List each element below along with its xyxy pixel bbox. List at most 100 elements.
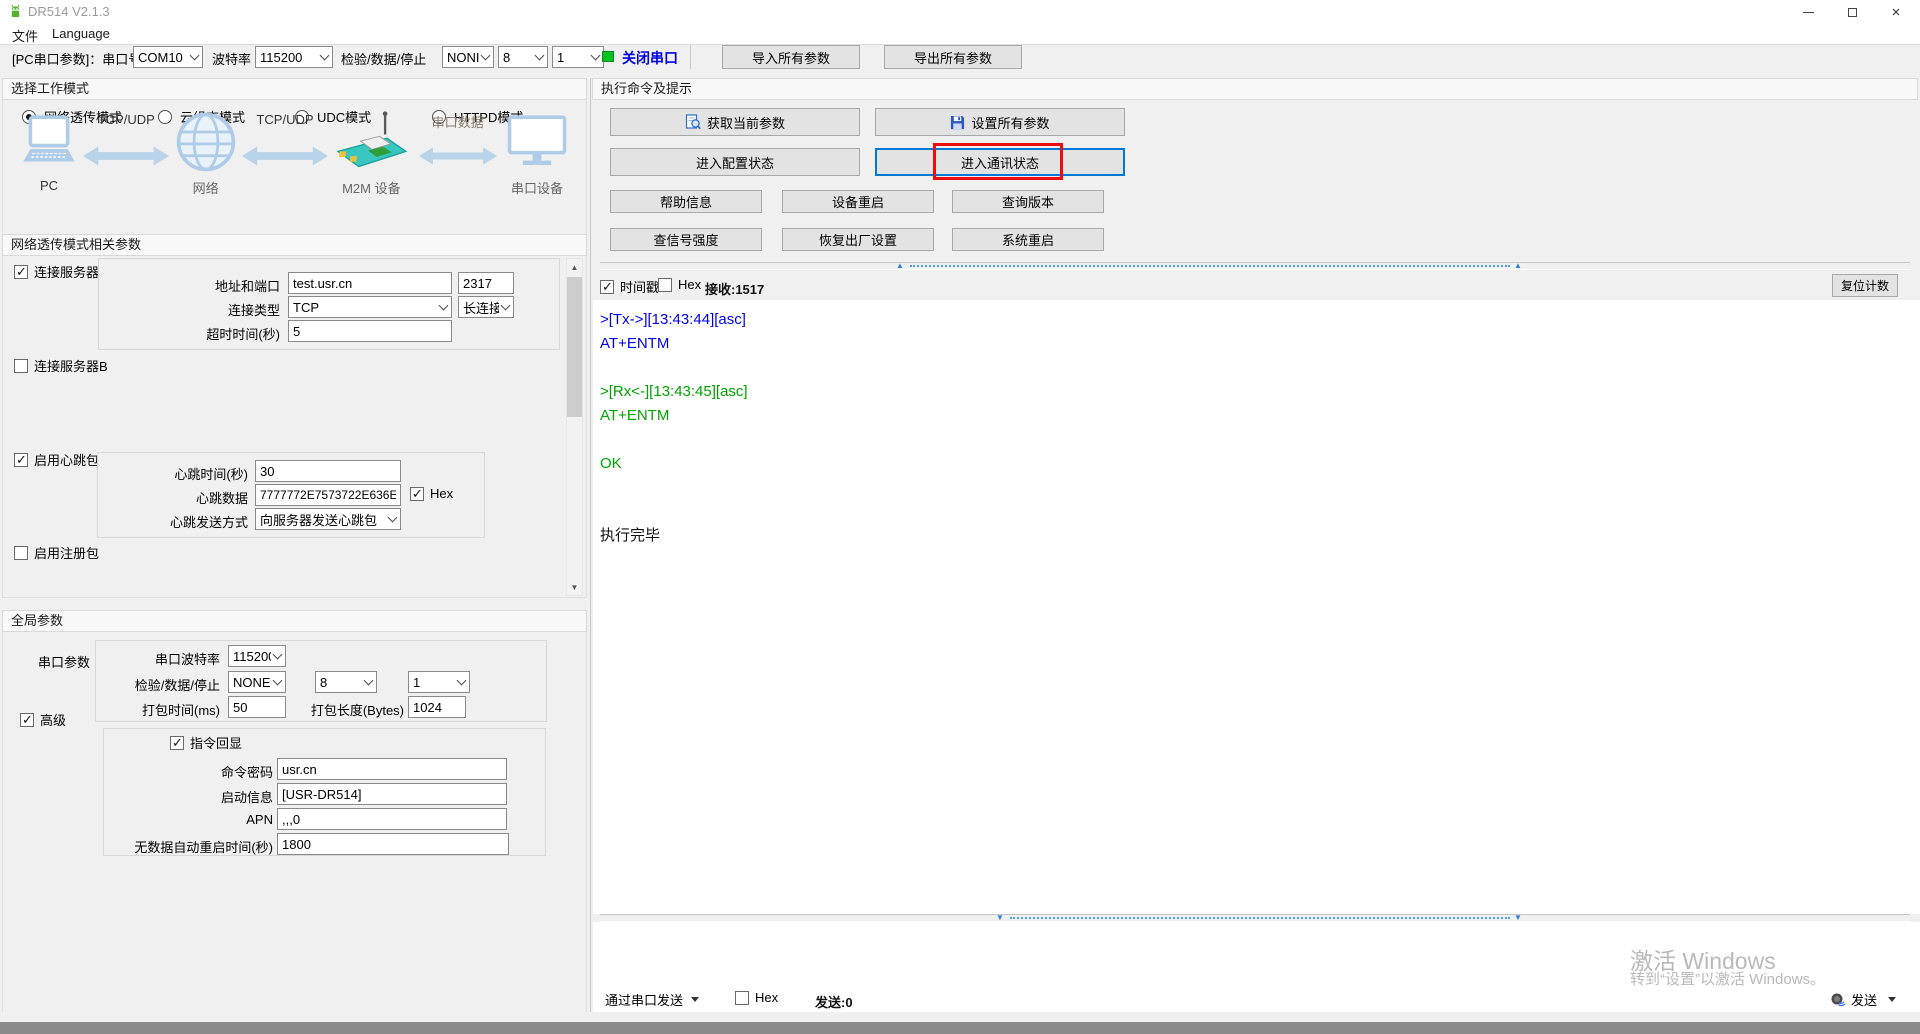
serial-parity-select[interactable]: NONE — [228, 671, 286, 693]
advanced-checkbox[interactable]: 高级 — [20, 710, 66, 729]
conn-type-label: 连接类型 — [180, 300, 280, 319]
log-output[interactable]: >[Tx->][13:43:44][asc] AT+ENTM >[Rx<-][1… — [600, 308, 1900, 908]
register-checkbox[interactable]: 启用注册包 — [14, 543, 99, 562]
parity-select[interactable]: NONI — [442, 46, 494, 68]
factory-reset-button[interactable]: 恢复出厂设置 — [782, 228, 934, 251]
device-restart-button[interactable]: 设备重启 — [782, 190, 934, 213]
laptop-icon — [18, 110, 80, 174]
conn-type-select[interactable]: TCP — [288, 296, 452, 318]
serial-params-label: 串口参数 — [20, 652, 90, 671]
import-params-button[interactable]: 导入所有参数 — [722, 45, 860, 69]
heartbeat-time-label: 心跳时间(秒) — [130, 464, 248, 483]
scrollbar-thumb[interactable] — [567, 277, 582, 417]
databits-select[interactable]: 8 — [498, 46, 548, 68]
diagram-m2m-label: M2M 设备 — [342, 178, 401, 197]
parity-label: 检验/数据/停止 — [341, 49, 426, 68]
double-arrow-icon — [242, 144, 328, 168]
diagram-network-node: 网络 — [173, 110, 239, 197]
boot-msg-input[interactable] — [277, 783, 507, 805]
system-restart-button[interactable]: 系统重启 — [952, 228, 1104, 251]
close-port-button[interactable]: 关闭串口 — [622, 48, 678, 68]
log-line — [600, 356, 1900, 380]
log-bottom-splitter[interactable]: ▼ ▼ — [600, 914, 1910, 922]
timestamp-checkbox[interactable]: 时间戳 — [600, 277, 659, 296]
chevron-down-icon — [388, 513, 398, 523]
server-b-checkbox[interactable]: 连接服务器B — [14, 356, 108, 375]
send-via-serial-dropdown[interactable]: 通过串口发送 — [605, 990, 699, 1009]
pc-serial-port-label: [PC串口参数]：串口号 — [12, 49, 141, 68]
signal-strength-button[interactable]: 查信号强度 — [610, 228, 762, 251]
log-top-splitter[interactable]: ▲ ▲ — [600, 262, 1910, 270]
log-line: 执行完毕 — [600, 524, 1900, 548]
heartbeat-mode-select[interactable]: 向服务器发送心跳包 — [255, 508, 401, 530]
log-line: AT+ENTM — [600, 332, 1900, 356]
stopbits-select[interactable]: 1 — [552, 46, 604, 68]
dropdown-arrow-icon — [1888, 997, 1896, 1002]
port-open-indicator-icon — [602, 51, 614, 62]
heartbeat-checkbox[interactable]: 启用心跳包 — [14, 450, 99, 469]
pack-time-input[interactable] — [228, 696, 286, 718]
help-info-button[interactable]: 帮助信息 — [610, 190, 762, 213]
close-button[interactable]: × — [1874, 0, 1918, 24]
net-params-caption: 网络透传模式相关参数 — [2, 234, 587, 256]
maximize-button[interactable] — [1830, 0, 1874, 24]
chevron-down-icon — [364, 676, 374, 686]
serial-databits-select[interactable]: 8 — [315, 671, 377, 693]
splitter-arrow-icon[interactable]: ▲ — [1514, 261, 1522, 271]
timeout-label: 超时时间(秒) — [160, 324, 280, 343]
pack-len-input[interactable] — [408, 696, 466, 718]
server-a-port-input[interactable] — [458, 272, 514, 294]
enter-comm-button[interactable]: 进入通讯状态 — [875, 148, 1125, 176]
pack-time-label: 打包时间(ms) — [120, 700, 220, 719]
diagram-m2m-node: M2M 设备 — [331, 110, 411, 197]
export-params-button[interactable]: 导出所有参数 — [884, 45, 1022, 69]
echo-checkbox[interactable]: 指令回显 — [170, 733, 242, 752]
serial-baud-select[interactable]: 115200 — [228, 645, 286, 667]
reset-counter-button[interactable]: 复位计数 — [1832, 274, 1898, 297]
set-params-button[interactable]: 设置所有参数 — [875, 108, 1125, 136]
menu-file[interactable]: 文件 — [12, 26, 38, 45]
pack-len-label: 打包长度(Bytes) — [300, 700, 404, 719]
send-icon — [1830, 992, 1846, 1008]
timeout-input[interactable] — [288, 320, 452, 342]
log-hex-checkbox[interactable]: Hex — [658, 277, 701, 292]
diagram-network-label: 网络 — [193, 178, 219, 197]
maximize-icon — [1848, 8, 1857, 17]
heartbeat-mode-label: 心跳发送方式 — [130, 512, 248, 531]
server-a-address-input[interactable] — [288, 272, 452, 294]
window-title: DR514 V2.1.3 — [28, 4, 110, 19]
app-window: DR514 V2.1.3 × 文件 Language [PC串口参数]：串口号 … — [0, 0, 1920, 1034]
cmd-pwd-input[interactable] — [277, 758, 507, 780]
global-params-caption: 全局参数 — [2, 610, 587, 632]
chevron-down-icon — [320, 51, 330, 61]
heartbeat-time-input[interactable] — [255, 460, 401, 482]
enter-config-button[interactable]: 进入配置状态 — [610, 148, 860, 176]
apn-input[interactable] — [277, 808, 507, 830]
checkbox-label: 连接服务器A — [34, 262, 108, 281]
heartbeat-data-input[interactable] — [255, 484, 401, 506]
mode-diagram: PC TCP/UDP 网络 TCP/UDP — [4, 110, 584, 230]
checkbox-icon — [14, 546, 28, 560]
query-version-button[interactable]: 查询版本 — [952, 190, 1104, 213]
com-port-select[interactable]: COM10 — [133, 46, 203, 68]
no-data-restart-input[interactable] — [277, 833, 509, 855]
params-scrollbar[interactable]: ▲ ▼ — [566, 258, 583, 596]
chevron-down-icon — [439, 301, 449, 311]
send-button[interactable]: 发送 — [1830, 990, 1896, 1009]
send-hex-checkbox[interactable]: Hex — [735, 990, 778, 1005]
baud-select[interactable]: 115200 — [255, 46, 333, 68]
titlebar: DR514 V2.1.3 × — [0, 0, 1920, 24]
serial-stopbits-select[interactable]: 1 — [408, 671, 470, 693]
server-a-checkbox[interactable]: 连接服务器A — [14, 262, 108, 281]
minimize-button[interactable] — [1786, 0, 1830, 24]
scroll-down-icon[interactable]: ▼ — [567, 579, 582, 595]
checkbox-label: 高级 — [40, 710, 66, 729]
splitter-arrow-icon[interactable]: ▲ — [896, 261, 904, 271]
conn-mode-select[interactable]: 长连接 — [458, 296, 514, 318]
baud-label: 波特率 — [212, 49, 251, 68]
scroll-up-icon[interactable]: ▲ — [567, 259, 582, 275]
apn-label: APN — [173, 812, 273, 827]
get-params-button[interactable]: 获取当前参数 — [610, 108, 860, 136]
menu-language[interactable]: Language — [52, 26, 110, 41]
heartbeat-hex-checkbox[interactable]: Hex — [410, 486, 453, 501]
